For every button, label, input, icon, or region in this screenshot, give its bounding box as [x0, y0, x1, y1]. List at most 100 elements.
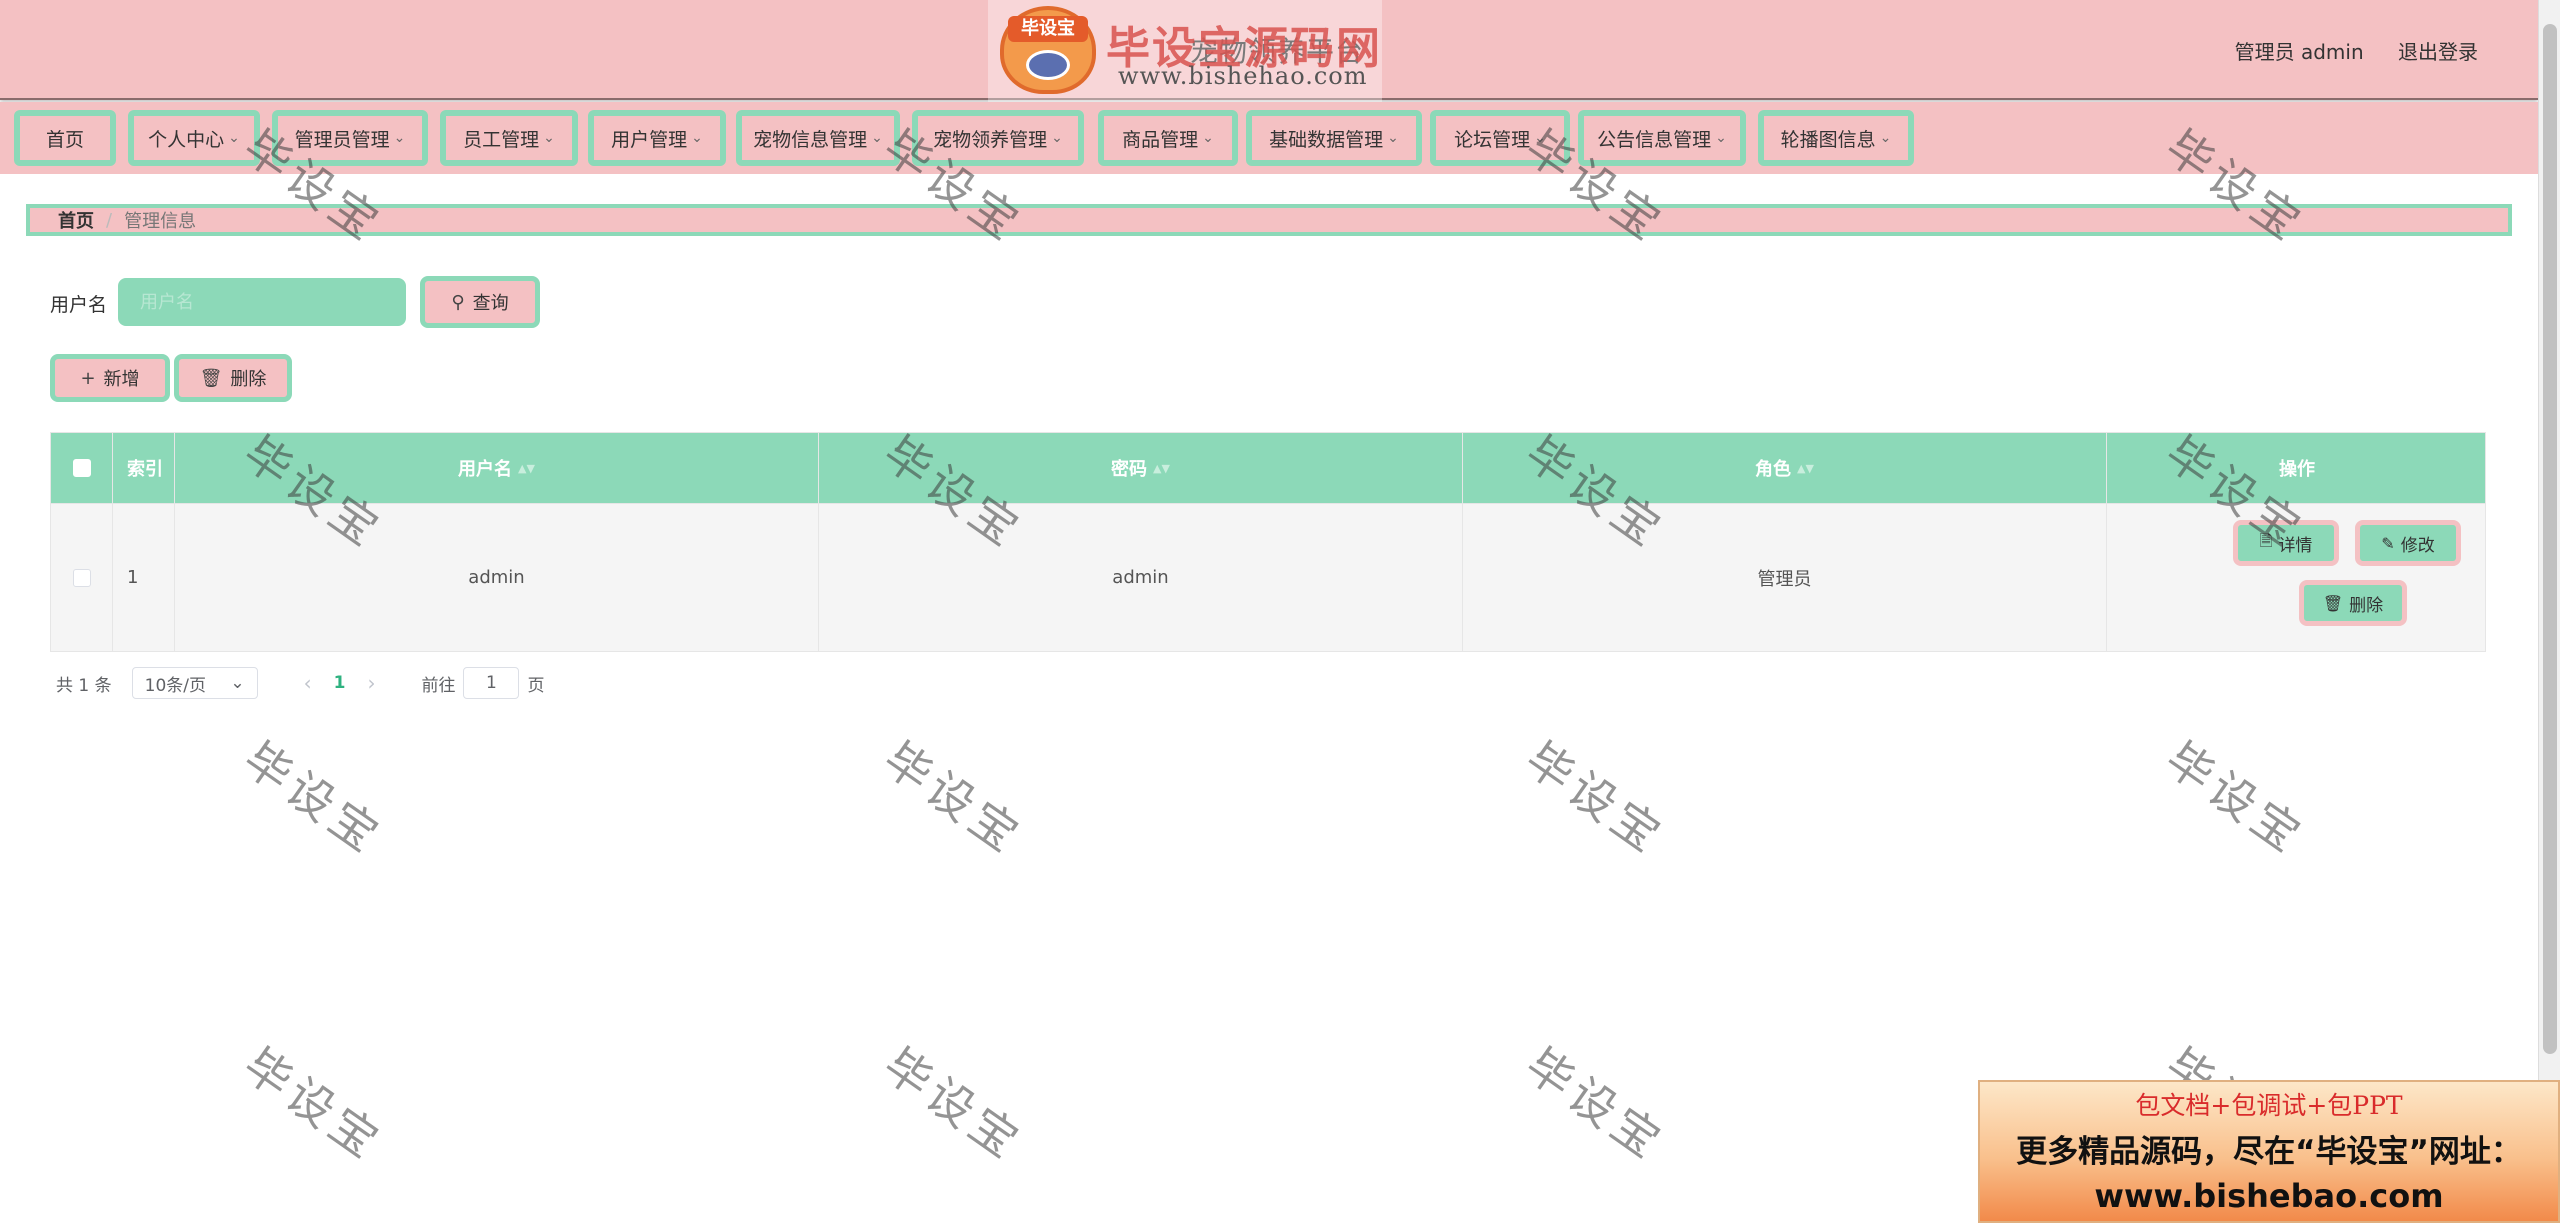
column-header-index: 索引 [113, 433, 175, 503]
chevron-down-icon: ⌄ [1534, 130, 1546, 146]
nav-item-personal-center[interactable]: 个人中心 ⌄ [128, 110, 260, 166]
pencil-icon: ✎ [2381, 533, 2395, 553]
row-username: admin [175, 504, 819, 651]
column-header-label: 用户名 [458, 459, 513, 480]
add-button[interactable]: + 新增 [50, 354, 170, 402]
delete-button-label: 删除 [230, 369, 267, 390]
nav-item-pet-info-manage[interactable]: 宠物信息管理 ⌄ [736, 110, 900, 166]
breadcrumb-separator: / [106, 209, 113, 231]
chevron-down-icon: ⌄ [1879, 130, 1892, 146]
watermark-text: 毕设宝 [873, 731, 1033, 866]
next-page-icon[interactable]: › [367, 671, 375, 695]
nav-item-label: 宠物领养管理 [933, 128, 1048, 151]
watermark-text: 毕设宝 [1515, 731, 1675, 866]
watermark-url: www.bishehao.com [1118, 62, 1368, 90]
main-nav: 首页 个人中心 ⌄ 管理员管理 ⌄ 员工管理 ⌄ 用户管理 ⌄ 宠物信息管理 ⌄ 宠物领养… [0, 102, 2538, 174]
nav-item-staff-manage[interactable]: 员工管理 ⌄ [440, 110, 578, 166]
row-checkbox[interactable] [72, 568, 91, 587]
edit-button-label: 修改 [2400, 535, 2435, 556]
edit-button[interactable]: ✎ 修改 [2355, 520, 2461, 566]
watermark-text: 毕设宝 [2155, 731, 2315, 866]
nav-item-label: 用户管理 [611, 128, 688, 151]
goto-page-input[interactable] [463, 667, 520, 699]
column-header-actions: 操作 [2107, 433, 2487, 503]
logo-badge-icon: 毕设宝 [1000, 6, 1096, 94]
breadcrumb-current: 管理信息 [124, 211, 197, 232]
user-area: 管理员 admin 退出登录 [2207, 36, 2478, 65]
search-label: 用户名 [50, 294, 108, 316]
nav-item-goods-manage[interactable]: 商品管理 ⌄ [1098, 110, 1238, 166]
nav-item-label: 基础数据管理 [1269, 128, 1384, 151]
sort-icon[interactable]: ▲▼ [1153, 462, 1170, 475]
search-icon: ⚲ [451, 291, 465, 313]
nav-item-carousel-info[interactable]: 轮播图信息 ⌄ [1758, 110, 1914, 166]
trash-icon: 🗑 [199, 367, 223, 389]
chevron-down-icon: ⌄ [228, 130, 240, 146]
column-header-role[interactable]: 角色 ▲▼ [1463, 433, 2107, 503]
goto-label: 前往 [421, 675, 456, 696]
row-role: 管理员 [1463, 504, 2107, 651]
row-delete-button[interactable]: 🗑 删除 [2299, 580, 2407, 626]
current-user-label: 管理员 admin [2234, 40, 2364, 64]
vertical-scrollbar[interactable] [2538, 0, 2560, 1080]
detail-button[interactable]: 🗎 详情 [2233, 520, 2339, 566]
detail-button-label: 详情 [2278, 535, 2313, 556]
logout-link[interactable]: 退出登录 [2398, 40, 2478, 64]
nav-item-label: 轮播图信息 [1780, 128, 1876, 151]
column-header-password[interactable]: 密码 ▲▼ [819, 433, 1463, 503]
nav-item-pet-adopt-manage[interactable]: 宠物领养管理 ⌄ [912, 110, 1084, 166]
chevron-down-icon: ⌄ [691, 130, 703, 146]
nav-item-forum-manage[interactable]: 论坛管理 ⌄ [1430, 110, 1570, 166]
nav-item-label: 商品管理 [1122, 128, 1199, 151]
prev-page-icon[interactable]: ‹ [304, 671, 312, 695]
add-button-label: 新增 [103, 369, 140, 390]
nav-item-admin-manage[interactable]: 管理员管理 ⌄ [272, 110, 428, 166]
sort-icon[interactable]: ▲▼ [1797, 462, 1814, 475]
chevron-down-icon: ⌄ [230, 673, 245, 693]
column-header-label: 操作 [2279, 459, 2315, 480]
select-all-cell [51, 433, 113, 503]
chevron-down-icon: ⌄ [1051, 130, 1063, 146]
sort-icon[interactable]: ▲▼ [518, 462, 535, 475]
table-header: 索引 用户名 ▲▼ 密码 ▲▼ 角色 ▲▼ 操作 [51, 433, 2485, 503]
chevron-down-icon: ⌄ [1202, 130, 1214, 146]
promo-banner[interactable]: 包文档+包调试+包PPT 更多精品源码，尽在“毕设宝”网址： www.bishe… [1978, 1080, 2560, 1223]
nav-item-base-data-manage[interactable]: 基础数据管理 ⌄ [1246, 110, 1422, 166]
pagination: 共 1 条 10条/页 ⌄ ‹ 1 › 前往 页 [56, 666, 544, 700]
column-header-username[interactable]: 用户名 ▲▼ [175, 433, 819, 503]
column-header-label: 密码 [1111, 459, 1148, 480]
page-number-current[interactable]: 1 [334, 673, 346, 693]
nav-item-label: 管理员管理 [294, 128, 390, 151]
promo-line-1: 包文档+包调试+包PPT [2135, 1091, 2403, 1120]
chevron-down-icon: ⌄ [871, 130, 883, 146]
nav-item-label: 论坛管理 [1454, 128, 1531, 151]
row-index: 1 [113, 504, 175, 651]
breadcrumb-home[interactable]: 首页 [58, 207, 94, 233]
scrollbar-thumb[interactable] [2543, 24, 2557, 1054]
column-header-label: 角色 [1755, 459, 1792, 480]
breadcrumb: 首页 / 管理信息 [26, 204, 2512, 236]
promo-line-2: 更多精品源码，尽在“毕设宝”网址： [2016, 1134, 2522, 1170]
search-button-label: 查询 [472, 293, 509, 314]
chevron-down-icon: ⌄ [1387, 130, 1399, 146]
nav-item-home[interactable]: 首页 [14, 110, 116, 166]
row-delete-button-label: 删除 [2349, 595, 2384, 616]
nav-item-notice-manage[interactable]: 公告信息管理 ⌄ [1578, 110, 1746, 166]
row-select-cell [51, 504, 113, 651]
batch-delete-button[interactable]: 🗑 删除 [174, 354, 292, 402]
watermark-logo: 毕设宝 毕设宝源码网 www.bishehao.com [988, 0, 1382, 102]
page-size-value: 10条/页 [144, 675, 206, 696]
page-size-select[interactable]: 10条/页 ⌄ [131, 667, 258, 699]
username-search-input[interactable] [118, 278, 406, 326]
select-all-checkbox[interactable] [72, 459, 91, 477]
chevron-down-icon: ⌄ [543, 130, 555, 146]
row-password: admin [819, 504, 1463, 651]
row-actions: 🗎 详情 ✎ 修改 🗑 删除 [2107, 504, 2487, 651]
nav-item-label: 首页 [45, 128, 84, 151]
column-header-label: 索引 [127, 459, 163, 480]
nav-item-user-manage[interactable]: 用户管理 ⌄ [588, 110, 726, 166]
search-button[interactable]: ⚲ 查询 [420, 276, 540, 328]
nav-item-label: 宠物信息管理 [753, 128, 868, 151]
watermark-text: 毕设宝 [233, 731, 393, 866]
trash-icon: 🗑 [2322, 593, 2344, 613]
